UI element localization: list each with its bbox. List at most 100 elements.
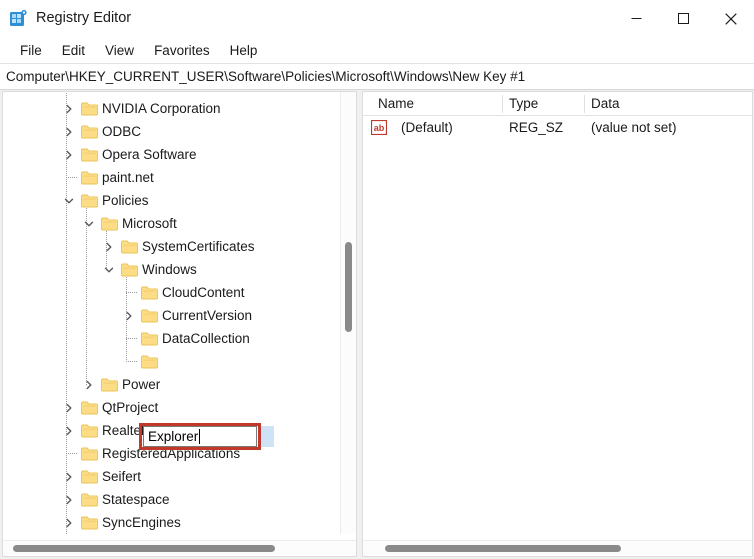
registry-editor-window: Registry Editor File Edit View Favorites… <box>0 0 754 559</box>
tree-item-label: Windows <box>142 262 197 277</box>
chevron-right-icon[interactable] <box>61 97 77 120</box>
folder-icon <box>141 332 158 346</box>
tree-item-cloudcontent[interactable]: CloudContent <box>3 281 341 304</box>
address-bar[interactable]: Computer\HKEY_CURRENT_USER\Software\Poli… <box>0 63 754 90</box>
tree-item-opera-software[interactable]: Opera Software <box>3 143 341 166</box>
menu-item-view[interactable]: View <box>95 41 144 60</box>
registry-tree-pane: NVIDIA Corporation ODBC Opera Software pain… <box>2 91 357 557</box>
tree-item-label: CurrentVersion <box>162 308 253 323</box>
folder-icon <box>141 309 158 323</box>
menu-item-help[interactable]: Help <box>220 41 268 60</box>
chevron-right-icon[interactable] <box>61 143 77 166</box>
tree-item-currentversion[interactable]: CurrentVersion <box>3 304 341 327</box>
tree-item-label: Microsoft <box>122 216 177 231</box>
menu-item-file[interactable]: File <box>10 41 52 60</box>
chevron-right-icon[interactable] <box>61 488 77 511</box>
folder-icon <box>81 470 98 484</box>
tree-item-label: paint.net <box>102 170 154 185</box>
menu-bar: File Edit View Favorites Help <box>0 37 754 63</box>
tree-horizontal-scrollbar-thumb[interactable] <box>13 545 275 552</box>
menu-item-favorites[interactable]: Favorites <box>144 41 220 60</box>
chevron-down-icon[interactable] <box>61 189 77 212</box>
chevron-right-icon[interactable] <box>61 120 77 143</box>
registry-tree[interactable]: NVIDIA Corporation ODBC Opera Software pain… <box>3 92 341 534</box>
tree-item-systemcertificates[interactable]: SystemCertificates <box>3 235 341 258</box>
menu-item-edit[interactable]: Edit <box>52 41 95 60</box>
folder-icon <box>81 447 98 461</box>
string-value-icon: ab <box>370 119 388 136</box>
tree-item-datacollection[interactable]: DataCollection <box>3 327 341 350</box>
registry-editor-icon <box>9 9 28 28</box>
tree-item-label: Power <box>122 377 161 392</box>
chevron-right-icon[interactable] <box>61 511 77 534</box>
column-header-name[interactable]: Name <box>371 92 509 116</box>
tree-item-explorer[interactable] <box>3 350 341 373</box>
tree-item-seifert[interactable]: Seifert <box>3 465 341 488</box>
close-button[interactable] <box>707 0 754 37</box>
tree-item-label: Seifert <box>102 469 142 484</box>
content-area: NVIDIA Corporation ODBC Opera Software pain… <box>0 90 754 559</box>
minimize-button[interactable] <box>613 0 660 37</box>
column-header-data[interactable]: Data <box>584 92 752 116</box>
table-row[interactable]: ab (Default) REG_SZ (value not set) <box>363 116 752 139</box>
tree-item-microsoft[interactable]: Microsoft <box>3 212 341 235</box>
tree-item-label: Statespace <box>102 492 170 507</box>
tree-item-power[interactable]: Power <box>3 373 341 396</box>
tree-item-label: ODBC <box>102 124 142 139</box>
tree-item-label: SystemCertificates <box>142 239 255 254</box>
column-header-type[interactable]: Type <box>502 92 584 116</box>
registry-values-pane: Name Type Data ab (Default) REG_SZ (value … <box>362 91 753 557</box>
rename-input-value: Explorer <box>148 429 199 444</box>
folder-icon <box>81 516 98 530</box>
folder-icon <box>121 240 138 254</box>
chevron-right-icon[interactable] <box>81 373 97 396</box>
chevron-right-icon[interactable] <box>61 465 77 488</box>
folder-icon <box>101 217 118 231</box>
rename-input[interactable]: Explorer <box>143 426 257 447</box>
tree-item-paint-net[interactable]: paint.net <box>3 166 341 189</box>
tree-item-policies[interactable]: Policies <box>3 189 341 212</box>
tree-item-qtproject[interactable]: QtProject <box>3 396 341 419</box>
chevron-down-icon[interactable] <box>101 258 117 281</box>
text-caret <box>199 429 201 444</box>
folder-icon <box>81 493 98 507</box>
chevron-right-icon[interactable] <box>101 235 117 258</box>
folder-icon <box>141 355 158 369</box>
folder-icon <box>81 194 98 208</box>
tree-item-label: Policies <box>102 193 149 208</box>
folder-icon <box>81 424 98 438</box>
window-title: Registry Editor <box>36 10 132 26</box>
maximize-button[interactable] <box>660 0 707 37</box>
chevron-right-icon[interactable] <box>61 419 77 442</box>
tree-item-windows[interactable]: Windows <box>3 258 341 281</box>
rename-selection-highlight <box>258 426 274 447</box>
values-horizontal-scrollbar-thumb[interactable] <box>385 545 621 552</box>
tree-item-label: DataCollection <box>162 331 250 346</box>
folder-icon <box>121 263 138 277</box>
value-type: REG_SZ <box>509 120 564 135</box>
folder-icon <box>81 171 98 185</box>
tree-vertical-scrollbar[interactable] <box>340 92 356 534</box>
tree-item-syncengines[interactable]: SyncEngines <box>3 511 341 534</box>
column-divider[interactable] <box>584 95 585 113</box>
folder-icon <box>81 102 98 116</box>
chevron-right-icon[interactable] <box>61 396 77 419</box>
value-data: (value not set) <box>591 120 677 135</box>
values-horizontal-scrollbar[interactable] <box>363 540 752 556</box>
tree-horizontal-scrollbar[interactable] <box>3 540 356 556</box>
chevron-right-icon[interactable] <box>121 304 137 327</box>
folder-icon <box>81 125 98 139</box>
tree-item-nvidia-corporation[interactable]: NVIDIA Corporation <box>3 97 341 120</box>
folder-icon <box>81 148 98 162</box>
tree-vertical-scrollbar-thumb[interactable] <box>345 242 352 332</box>
svg-text:ab: ab <box>374 123 385 133</box>
tree-item-odbc[interactable]: ODBC <box>3 120 341 143</box>
tree-item-label: Realtek <box>102 423 148 438</box>
tree-item-label: CloudContent <box>162 285 245 300</box>
tree-item-statespace[interactable]: Statespace <box>3 488 341 511</box>
tree-item-label: QtProject <box>102 400 159 415</box>
column-divider[interactable] <box>502 95 503 113</box>
registry-path: Computer\HKEY_CURRENT_USER\Software\Poli… <box>6 69 526 84</box>
chevron-down-icon[interactable] <box>81 212 97 235</box>
folder-icon <box>81 401 98 415</box>
